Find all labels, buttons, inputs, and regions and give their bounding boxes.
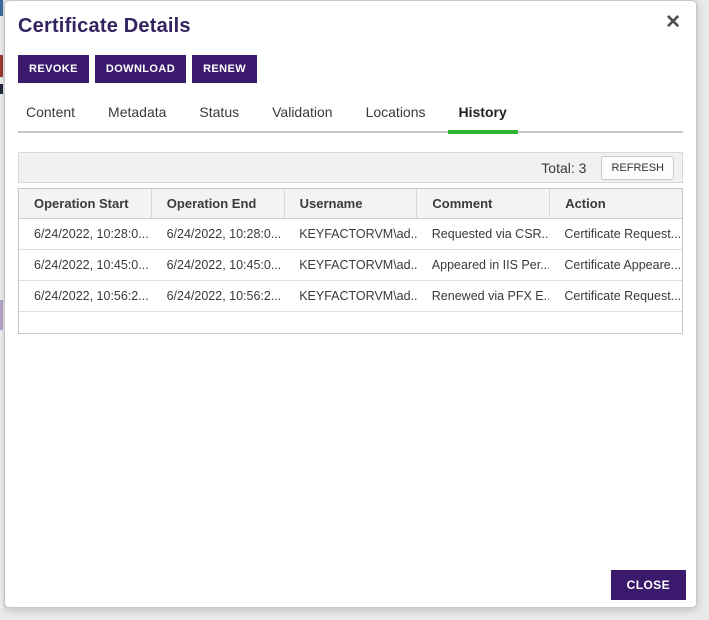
table-header-row: Operation Start Operation End Username C…	[19, 189, 682, 219]
column-header-action[interactable]: Action	[549, 189, 682, 218]
cell-username: KEYFACTORVM\ad...	[284, 250, 417, 280]
tab-content[interactable]: Content	[24, 104, 77, 131]
modal-title: Certificate Details	[18, 13, 683, 38]
cell-username: KEYFACTORVM\ad...	[284, 219, 417, 249]
tab-bar: Content Metadata Status Validation Locat…	[18, 104, 683, 133]
cell-action: Certificate Appeare...	[549, 250, 682, 280]
cell-username: KEYFACTORVM\ad...	[284, 281, 417, 311]
column-header-comment[interactable]: Comment	[416, 189, 549, 218]
table-row[interactable]: 6/24/2022, 10:28:0... 6/24/2022, 10:28:0…	[19, 219, 682, 250]
table-row[interactable]: 6/24/2022, 10:45:0... 6/24/2022, 10:45:0…	[19, 250, 682, 281]
column-header-operation-end[interactable]: Operation End	[151, 189, 284, 218]
table-row[interactable]: 6/24/2022, 10:56:2... 6/24/2022, 10:56:2…	[19, 281, 682, 312]
grid-toolbar: Total: 3 REFRESH	[18, 152, 683, 183]
download-button[interactable]: DOWNLOAD	[95, 55, 186, 83]
table-row-empty	[19, 312, 682, 333]
tab-locations[interactable]: Locations	[364, 104, 428, 131]
column-header-operation-start[interactable]: Operation Start	[19, 189, 151, 218]
tab-status[interactable]: Status	[197, 104, 241, 131]
refresh-button[interactable]: REFRESH	[601, 156, 674, 180]
column-header-username[interactable]: Username	[284, 189, 417, 218]
cell-operation-end: 6/24/2022, 10:45:0...	[152, 250, 285, 280]
modal-footer: CLOSE	[611, 570, 686, 600]
cell-operation-end: 6/24/2022, 10:28:0...	[152, 219, 285, 249]
cell-action: Certificate Request...	[549, 219, 682, 249]
action-button-row: REVOKE DOWNLOAD RENEW	[18, 55, 683, 83]
certificate-details-modal: Certificate Details ✕ REVOKE DOWNLOAD RE…	[4, 0, 697, 608]
cell-comment: Requested via CSR...	[417, 219, 550, 249]
cell-operation-start: 6/24/2022, 10:56:2...	[19, 281, 152, 311]
tab-validation[interactable]: Validation	[270, 104, 334, 131]
background-sliver	[0, 300, 3, 330]
revoke-button[interactable]: REVOKE	[18, 55, 89, 83]
background-sliver	[0, 84, 3, 94]
background-sliver	[0, 55, 3, 77]
close-button[interactable]: CLOSE	[611, 570, 686, 600]
cell-operation-start: 6/24/2022, 10:28:0...	[19, 219, 152, 249]
tab-history[interactable]: History	[457, 104, 509, 131]
cell-action: Certificate Request...	[549, 281, 682, 311]
cell-comment: Renewed via PFX E...	[417, 281, 550, 311]
close-icon[interactable]: ✕	[665, 13, 681, 32]
cell-comment: Appeared in IIS Per...	[417, 250, 550, 280]
cell-operation-end: 6/24/2022, 10:56:2...	[152, 281, 285, 311]
tab-metadata[interactable]: Metadata	[106, 104, 168, 131]
background-sliver	[0, 0, 3, 16]
history-table: Operation Start Operation End Username C…	[18, 188, 683, 334]
renew-button[interactable]: RENEW	[192, 55, 257, 83]
total-count: Total: 3	[541, 160, 586, 176]
history-panel: Total: 3 REFRESH Operation Start Operati…	[18, 152, 683, 334]
cell-operation-start: 6/24/2022, 10:45:0...	[19, 250, 152, 280]
modal-header: Certificate Details ✕	[18, 13, 683, 38]
